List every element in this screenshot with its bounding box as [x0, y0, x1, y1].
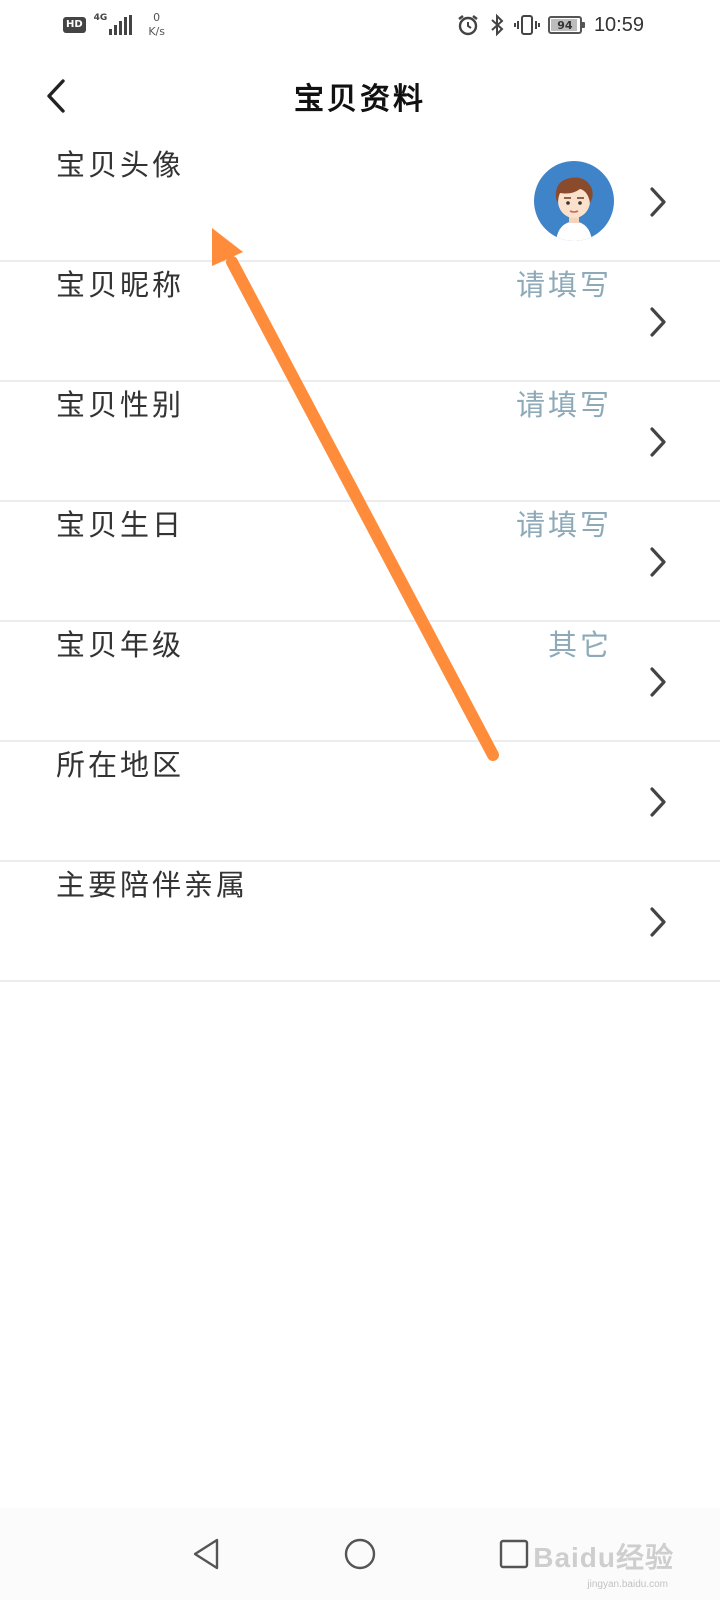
chevron-right-icon — [650, 907, 666, 937]
row-label: 宝贝性别 — [56, 388, 185, 422]
chevron-right-icon — [650, 547, 666, 577]
nav-home-button[interactable] — [336, 1530, 384, 1578]
hd-badge: HD — [63, 17, 86, 33]
row-label: 宝贝生日 — [56, 508, 185, 542]
speed-value: 0 — [153, 11, 161, 24]
row-label: 宝贝头像 — [56, 148, 185, 182]
row-gender[interactable]: 宝贝性别 请填写 — [0, 382, 720, 502]
chevron-right-icon — [650, 667, 666, 697]
status-right: 94 10:59 — [456, 10, 644, 40]
battery-level: 94 — [557, 18, 573, 32]
profile-list: 宝贝头像 宝贝昵称 请填写 宝贝性别 请填写 宝贝生日 请填写 宝贝年级 其它 … — [0, 142, 720, 982]
row-value: 请填写 — [515, 268, 612, 302]
row-birthday[interactable]: 宝贝生日 请填写 — [0, 502, 720, 622]
network-type: 4G — [93, 13, 108, 23]
row-label: 宝贝昵称 — [56, 268, 185, 302]
back-triangle-icon — [193, 1538, 219, 1570]
home-circle-icon — [344, 1538, 376, 1570]
chevron-right-icon — [650, 307, 666, 337]
battery-icon: 94 — [547, 16, 585, 34]
row-grade[interactable]: 宝贝年级 其它 — [0, 622, 720, 742]
app-header: 宝贝资料 — [0, 50, 720, 142]
chevron-right-icon — [650, 427, 666, 457]
row-value: 其它 — [547, 628, 612, 662]
avatar[interactable] — [534, 161, 614, 241]
vibrate-icon — [513, 15, 540, 35]
signal-icon — [109, 15, 134, 35]
row-label: 所在地区 — [56, 748, 185, 782]
row-region[interactable]: 所在地区 — [0, 742, 720, 862]
row-nickname[interactable]: 宝贝昵称 请填写 — [0, 262, 720, 382]
nav-back-button[interactable] — [182, 1530, 230, 1578]
avatar-boy-icon — [555, 177, 593, 241]
row-avatar[interactable]: 宝贝头像 — [0, 142, 720, 262]
row-companion[interactable]: 主要陪伴亲属 — [0, 862, 720, 982]
speed-unit: K/s — [148, 25, 165, 38]
watermark-url: jingyan.baidu.com — [587, 1579, 668, 1590]
chevron-right-icon — [650, 787, 666, 817]
bluetooth-icon — [491, 13, 504, 37]
watermark-brand: Baidu经验 — [533, 1542, 674, 1573]
clock: 10:59 — [593, 13, 644, 36]
network-speed: 0 K/s — [148, 11, 165, 39]
chevron-right-icon — [650, 187, 666, 217]
row-label: 主要陪伴亲属 — [56, 868, 249, 902]
recents-square-icon — [499, 1539, 529, 1569]
system-nav-bar: Baidu经验 jingyan.baidu.com — [0, 1508, 720, 1600]
row-label: 宝贝年级 — [56, 628, 185, 662]
nav-recents-button[interactable] — [490, 1530, 538, 1578]
row-value: 请填写 — [515, 508, 612, 542]
status-left: HD 4G 0 K/s — [63, 8, 165, 42]
page-title: 宝贝资料 — [294, 82, 426, 117]
status-bar: HD 4G 0 K/s 94 10:59 — [0, 0, 720, 50]
row-value: 请填写 — [515, 388, 612, 422]
alarm-icon — [458, 15, 478, 36]
